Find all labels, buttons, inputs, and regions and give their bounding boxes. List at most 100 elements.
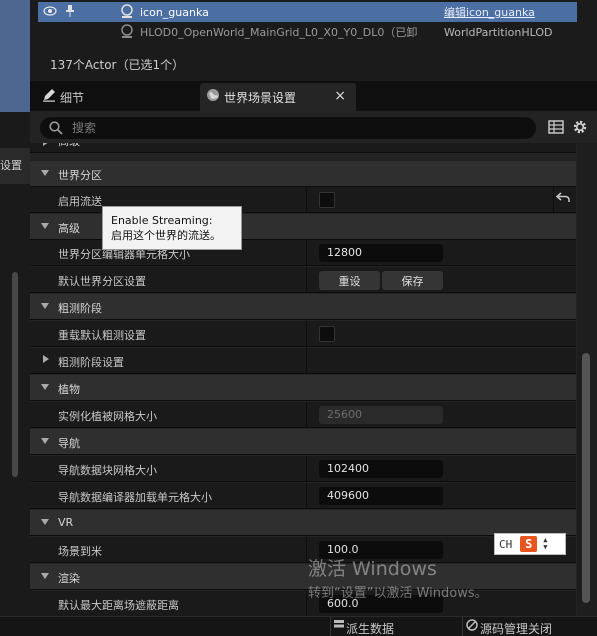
actor-icon (120, 24, 134, 42)
property-label: 场景到米 (58, 545, 102, 558)
category-label: 植物 (58, 383, 80, 396)
pencil-icon (42, 88, 60, 106)
column-divider (306, 537, 307, 563)
enable-streaming-checkbox[interactable] (319, 192, 335, 208)
tab-details-label: 细节 (60, 90, 85, 105)
save-button[interactable]: 保存 (382, 271, 443, 290)
column-divider (306, 321, 307, 347)
left-settings-tab-label: 设置 (0, 159, 22, 172)
property-label: 启用流送 (58, 195, 102, 208)
column-divider (306, 187, 307, 213)
tooltip-description: 启用这个世界的流送。 (111, 229, 221, 242)
tab-world-settings-label: 世界场景设置 (224, 90, 297, 105)
outliner-row[interactable]: HLOD0_OpenWorld_MainGrid_L0_X0_Y0_DL0（已卸… (38, 22, 577, 42)
nav-tile-size-field[interactable]: 102400 (319, 460, 443, 478)
actor-type-link[interactable]: 编辑icon_guanka (444, 4, 535, 20)
table-view-icon[interactable] (548, 120, 564, 134)
property-label: 实例化植被网格大小 (58, 410, 157, 423)
column-divider (306, 591, 307, 617)
category-navigation[interactable]: 导航 (30, 429, 576, 455)
search-icon (49, 121, 63, 135)
tab-bar: 细节 世界场景设置 × (30, 81, 597, 111)
actor-name: HLOD0_OpenWorld_MainGrid_L0_X0_Y0_DL0（已卸 (140, 26, 418, 39)
collapse-arrow-icon[interactable] (41, 170, 49, 176)
property-row-instanced-grid: 实例化植被网格大小 25600 (30, 402, 576, 428)
expand-arrow-icon[interactable] (43, 355, 49, 363)
status-divider (462, 617, 463, 636)
collapse-arrow-icon[interactable] (41, 303, 49, 309)
property-label: 默认最大距离场遮蔽距离 (58, 599, 179, 612)
activation-watermark-title: 激活 Windows (308, 558, 437, 580)
source-control-icon (466, 619, 478, 634)
override-coarse-checkbox[interactable] (319, 326, 335, 342)
ime-language: CH (499, 537, 513, 551)
status-divider (330, 617, 331, 636)
property-label: 高级 (58, 143, 80, 149)
world-outliner: icon_guanka 编辑icon_guanka HLOD0_OpenWorl… (30, 0, 597, 81)
column-divider (306, 240, 307, 266)
ime-indicator[interactable]: CH S ▲ ▼ (494, 533, 566, 555)
property-row-default-max-distance: 默认最大距离场遮蔽距离 600.0 (30, 591, 576, 617)
reset-button[interactable]: 重设 (319, 271, 380, 290)
pin-icon[interactable] (62, 4, 78, 20)
actor-count: 137个Actor（已选1个） (50, 58, 185, 72)
tab-details[interactable]: 细节 (36, 83, 196, 111)
property-row-nav-tile-size: 导航数据块网格大小 102400 (30, 456, 576, 482)
status-bar: 派生数据 源码管理关闭 (0, 616, 597, 636)
column-divider (306, 456, 307, 482)
property-row-override-coarse: 重载默认粗测设置 (30, 321, 576, 347)
collapse-arrow-icon[interactable] (41, 573, 49, 579)
derived-data-icon (334, 620, 344, 635)
category-label: 高级 (58, 222, 80, 235)
left-settings-tab[interactable]: 设置 (0, 148, 30, 184)
left-scrollbar[interactable] (12, 272, 18, 477)
eye-icon[interactable] (42, 5, 58, 19)
globe-icon (206, 88, 224, 106)
category-rendering[interactable]: 渲染 (30, 564, 576, 590)
category-foliage[interactable]: 植物 (30, 375, 576, 401)
close-icon[interactable]: × (334, 88, 346, 104)
category-world-partition[interactable]: 世界分区 (30, 161, 576, 187)
collapse-arrow-icon[interactable] (41, 223, 49, 229)
search-bar (40, 117, 536, 139)
property-label: 粗测阶段设置 (58, 356, 124, 369)
column-divider (306, 402, 307, 428)
column-divider (306, 267, 307, 293)
category-coarse-phase[interactable]: 粗测阶段 (30, 294, 576, 320)
category-label: VR (58, 516, 74, 529)
property-label: 导航数据块网格大小 (58, 464, 157, 477)
sogou-logo-icon: S (520, 536, 538, 552)
tooltip-title: Enable Streaming: (111, 214, 213, 227)
derived-data-button[interactable]: 派生数据 (346, 620, 394, 636)
chevron-up-down-icon: ▲ ▼ (543, 536, 548, 551)
actor-icon (120, 4, 134, 22)
category-label: 世界分区 (58, 169, 102, 182)
collapse-arrow-icon[interactable] (41, 519, 49, 525)
source-control-button[interactable]: 源码管理关闭 (480, 620, 552, 636)
actor-name: icon_guanka (140, 5, 209, 19)
outliner-row-selected[interactable]: icon_guanka 编辑icon_guanka (38, 2, 577, 22)
gear-icon[interactable] (571, 118, 589, 136)
property-row-advanced-partial[interactable]: 高级 (30, 143, 576, 153)
category-label: 粗测阶段 (58, 302, 102, 315)
property-row-nav-loader-size: 导航数据编译器加载单元格大小 409600 (30, 483, 576, 509)
property-label: 导航数据编译器加载单元格大小 (58, 491, 212, 504)
property-row-coarse-settings[interactable]: 粗测阶段设置 (30, 348, 576, 374)
viewport-edge (0, 0, 30, 112)
instanced-grid-field: 25600 (319, 406, 443, 424)
actor-type: WorldPartitionHLOD (444, 25, 553, 39)
nav-loader-size-field[interactable]: 409600 (319, 487, 443, 505)
expand-arrow-icon[interactable] (43, 143, 49, 146)
collapse-arrow-icon[interactable] (41, 438, 49, 444)
reset-to-default-icon[interactable] (553, 191, 573, 209)
tooltip: Enable Streaming: 启用这个世界的流送。 (102, 206, 242, 250)
column-divider (306, 483, 307, 509)
category-label: 导航 (58, 437, 80, 450)
column-divider (306, 348, 307, 374)
collapse-arrow-icon[interactable] (41, 384, 49, 390)
cell-size-field[interactable]: 12800 (319, 244, 443, 262)
scrollbar-thumb[interactable] (582, 353, 590, 603)
search-input[interactable] (72, 119, 512, 137)
activation-watermark-subtitle: 转到“设置”以激活 Windows。 (308, 586, 488, 601)
tab-world-settings[interactable]: 世界场景设置 × (200, 83, 356, 111)
